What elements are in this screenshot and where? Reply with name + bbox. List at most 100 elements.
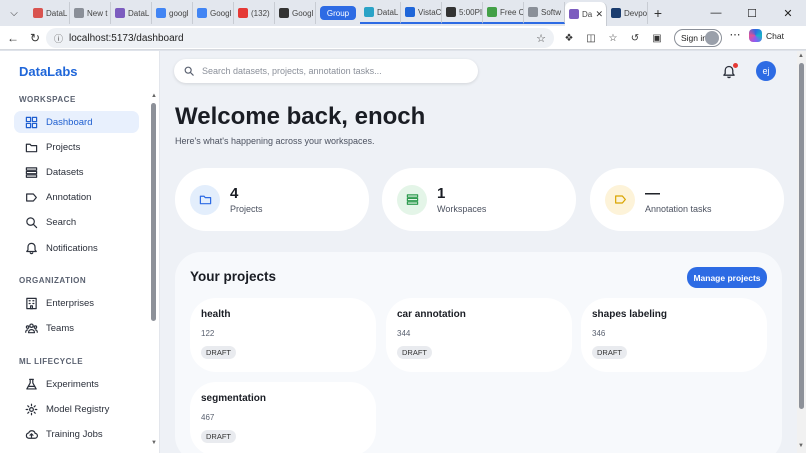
copilot-chat-button[interactable]: Chat — [749, 29, 784, 42]
project-count: 344 — [397, 329, 411, 338]
tab-favicon-icon — [238, 8, 248, 18]
sidebar: DataLabs ▲ ▼ WORKSPACE Dashboard Projects D… — [0, 51, 160, 453]
manage-projects-button[interactable]: Manage projects — [687, 267, 767, 288]
favorites-icon[interactable]: ☆ — [604, 29, 622, 47]
browser-tab[interactable]: New t — [70, 2, 111, 24]
browser-tab[interactable]: (132) — [234, 2, 275, 24]
search-icon — [24, 216, 38, 230]
tab-label: Da — [582, 9, 593, 19]
browser-tab[interactable]: Free C — [483, 2, 524, 24]
sidebar-item-annotation[interactable]: Annotation — [14, 187, 139, 209]
project-card[interactable]: health 122 DRAFT — [190, 298, 376, 372]
page-scroll-up-icon[interactable]: ▲ — [798, 53, 804, 59]
tab-favicon-icon — [33, 8, 43, 18]
project-card[interactable]: shapes labeling 346 DRAFT — [581, 298, 767, 372]
sidebar-item-teams[interactable]: Teams — [14, 317, 139, 339]
sidebar-item-training-jobs[interactable]: Training Jobs — [14, 423, 139, 445]
tag-icon — [605, 184, 635, 215]
user-avatar[interactable]: ej — [756, 61, 776, 81]
stat-value: 4 — [230, 185, 239, 202]
sidebar-item-dashboard[interactable]: Dashboard — [14, 111, 139, 133]
global-search[interactable] — [174, 59, 478, 83]
tab-label: Softw — [541, 7, 562, 17]
screenshot-icon[interactable]: ▣ — [648, 29, 666, 47]
stat-card: — Annotation tasks — [590, 168, 784, 231]
extensions-icon[interactable]: ❖ — [560, 29, 578, 47]
sidebar-item-enterprises[interactable]: Enterprises — [14, 292, 139, 314]
datasets-icon — [397, 184, 427, 215]
tab-label: googl — [169, 8, 189, 18]
reload-icon[interactable]: ↻ — [24, 27, 46, 49]
tab-label: DataL — [377, 7, 399, 17]
project-count: 467 — [201, 413, 215, 422]
projects-panel: Your projects Manage projects health 122 D… — [175, 252, 782, 453]
scroll-down-icon[interactable]: ▼ — [151, 440, 157, 446]
status-badge: DRAFT — [592, 346, 627, 359]
page-scroll-down-icon[interactable]: ▼ — [798, 443, 804, 449]
cloud-upload-icon — [24, 427, 38, 441]
sidebar-item-datasets[interactable]: Datasets — [14, 161, 139, 183]
browser-tab[interactable]: Devpo — [607, 2, 648, 24]
browser-tab[interactable]: VistaC — [401, 2, 442, 24]
stat-card: 4 Projects — [175, 168, 369, 231]
tag-icon — [24, 191, 38, 205]
copilot-label: Chat — [766, 30, 784, 41]
dashboard-icon — [24, 115, 38, 129]
project-name: car annotation — [397, 309, 466, 320]
sign-in-button[interactable]: Sign in — [674, 29, 722, 47]
tab-group-label[interactable]: Group — [320, 6, 356, 20]
status-badge: DRAFT — [201, 346, 236, 359]
project-card[interactable]: segmentation 467 DRAFT — [190, 382, 376, 453]
stat-value: — — [645, 185, 660, 202]
main-content: ej Welcome back, enoch Here's what's hap… — [161, 51, 797, 453]
bookmark-star-icon[interactable]: ☆ — [536, 32, 546, 45]
notifications-button[interactable] — [722, 63, 738, 79]
history-icon[interactable]: ↺ — [626, 29, 644, 47]
search-input[interactable] — [202, 66, 462, 76]
sidebar-item-experiments[interactable]: Experiments — [14, 373, 139, 395]
sidebar-scrollbar[interactable]: ▲ ▼ — [151, 93, 157, 453]
browser-tab[interactable]: Softw — [524, 2, 565, 24]
more-menu-icon[interactable]: ⋯ — [728, 28, 742, 41]
profile-avatar-icon — [705, 31, 719, 45]
page-scrollbar[interactable]: ▲ ▼ — [797, 51, 806, 453]
sidebar-item-search[interactable]: Search — [14, 212, 139, 234]
sidebar-item-model-registry[interactable]: Model Registry — [14, 398, 139, 420]
address-bar[interactable]: ⓘ localhost:5173/dashboard ☆ — [46, 28, 554, 48]
page-scroll-thumb[interactable] — [799, 63, 804, 409]
tab-label: VistaC — [418, 7, 442, 17]
brand-logo[interactable]: DataLabs — [19, 64, 78, 79]
back-icon[interactable]: ← — [2, 27, 24, 49]
new-tab-button[interactable]: + — [648, 5, 668, 21]
tab-favicon-icon — [446, 7, 456, 17]
tab-favicon-icon — [405, 7, 415, 17]
browser-tab[interactable]: 5:00PI — [442, 2, 483, 24]
tab-search-dropdown-icon[interactable]: ⌵ — [3, 2, 25, 24]
stat-text: 4 Projects — [230, 185, 263, 214]
site-info-icon[interactable]: ⓘ — [54, 32, 63, 45]
datasets-icon — [24, 165, 38, 179]
sidebar-section-heading: ORGANIZATION — [19, 276, 87, 285]
tab-favicon-icon — [156, 8, 166, 18]
browser-tab-active[interactable]: Da ✕ — [565, 2, 607, 26]
scroll-up-icon[interactable]: ▲ — [151, 93, 157, 99]
browser-tab[interactable]: googl — [152, 2, 193, 24]
browser-tab[interactable]: DataL — [360, 2, 401, 24]
close-tab-icon[interactable]: ✕ — [595, 9, 603, 20]
sidebar-item-label: Enterprises — [46, 297, 95, 309]
sidebar-item-projects[interactable]: Projects — [14, 136, 139, 158]
folder-icon — [190, 184, 220, 215]
close-window-icon[interactable]: ✕ — [770, 0, 806, 26]
browser-tab[interactable]: Googl — [275, 2, 316, 24]
project-count: 122 — [201, 329, 215, 338]
minimize-icon[interactable]: — — [698, 0, 734, 26]
sidebar-scroll-thumb[interactable] — [151, 103, 156, 321]
project-card[interactable]: car annotation 344 DRAFT — [386, 298, 572, 372]
browser-tab-strip: ⌵ DataL New t DataL googl Googl (132) Googl Gr… — [0, 0, 806, 26]
sidebar-item-notifications[interactable]: Notifications — [14, 237, 139, 259]
maximize-icon[interactable]: ☐ — [734, 0, 770, 26]
browser-tab[interactable]: DataL — [29, 2, 70, 24]
split-screen-icon[interactable]: ◫ — [582, 29, 600, 47]
browser-tab[interactable]: Googl — [193, 2, 234, 24]
browser-tab[interactable]: DataL — [111, 2, 152, 24]
